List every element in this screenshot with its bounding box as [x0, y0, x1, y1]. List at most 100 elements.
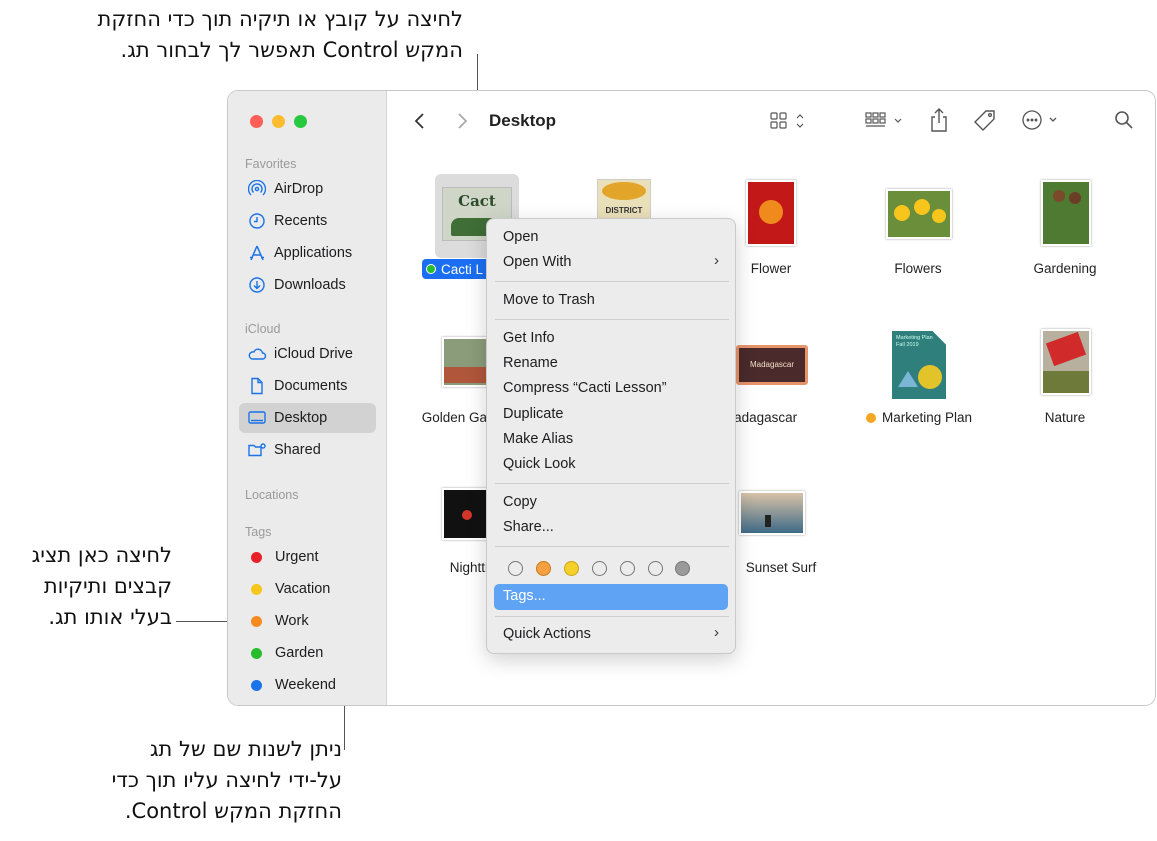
sidebar-item-label: Recents [274, 213, 328, 229]
file-thumbnail: DISTRICT [597, 179, 651, 219]
tag-color-empty-3[interactable] [648, 561, 663, 576]
callout-left-line-1: לחיצה כאן תציג [31, 543, 172, 567]
desktop-icon [247, 408, 267, 428]
tag-color-gray[interactable] [675, 561, 690, 576]
green-tag-dot [426, 264, 436, 274]
tag-color-dot [251, 647, 262, 659]
zoom-button[interactable] [294, 115, 307, 128]
forward-button[interactable] [455, 111, 469, 136]
menu-separator [495, 483, 729, 484]
file-thumbnail [1041, 180, 1091, 246]
sidebar-item-label: Desktop [274, 410, 328, 426]
tag-color-empty-2[interactable] [620, 561, 635, 576]
callout-top-line-1: לחיצה על קובץ או תיקיה תוך כדי החזקת [97, 7, 463, 31]
sidebar-item-label: Weekend [275, 677, 336, 693]
airdrop-icon [247, 179, 267, 199]
download-icon [247, 275, 267, 295]
close-button[interactable] [250, 115, 263, 128]
callout-bottom-line-2: על-ידי לחיצה עליו תוך כדי [111, 768, 342, 792]
shared-folder-icon [247, 440, 267, 460]
orange-tag-dot [865, 412, 876, 423]
window-title: Desktop [489, 111, 557, 130]
callout-top-line-2: המקש Control תאפשר לך לבחור תג. [120, 38, 463, 62]
search-icon[interactable] [1114, 110, 1134, 135]
tags-section-label: Tags [245, 525, 272, 539]
menu-item-compress[interactable]: Compress “Cacti Lesson” [503, 380, 667, 396]
tag-color-yellow[interactable] [564, 561, 579, 576]
icloud-section-label: iCloud [245, 322, 281, 336]
sidebar: Favorites AirDrop Recents Applications D… [228, 91, 387, 705]
thumbnail-text: Cact [458, 192, 496, 210]
thumbnail-text: DISTRICT [605, 206, 643, 215]
file-thumbnail: Madagascar [736, 345, 808, 385]
menu-item-copy[interactable]: Copy [503, 494, 537, 510]
sidebar-tag-urgent[interactable]: Urgent [239, 542, 376, 572]
menu-item-share[interactable]: Share... [503, 519, 554, 535]
callout-left-line-3: בעלי אותו תג. [48, 605, 172, 629]
locations-section-label: Locations [245, 488, 299, 502]
menu-item-rename[interactable]: Rename [503, 355, 558, 371]
tag-color-orange[interactable] [536, 561, 551, 576]
sidebar-item-downloads[interactable]: Downloads [239, 270, 376, 300]
callout-bottom-line-1: ניתן לשנות שם של תג [149, 737, 342, 761]
sidebar-item-desktop[interactable]: Desktop [239, 403, 376, 433]
thumbnail-text: Madagascar [749, 360, 795, 369]
group-by-button[interactable] [864, 111, 908, 136]
thumbnail-text: Marketing Plan Fall 2019 [896, 335, 933, 348]
callout-bottom-line-3: החזקת המקש Control. [124, 799, 342, 823]
menu-separator [495, 616, 729, 617]
tag-color-none[interactable] [508, 561, 523, 576]
menu-separator [495, 319, 729, 320]
file-name: Marketing Plan [881, 410, 973, 425]
menu-item-duplicate[interactable]: Duplicate [503, 406, 563, 422]
sidebar-tag-work[interactable]: Work [239, 606, 376, 636]
callout-top: לחיצה על קובץ או תיקיה תוך כדי החזקת המק… [98, 4, 463, 66]
sidebar-item-label: Shared [274, 442, 321, 458]
document-icon [247, 376, 267, 396]
sidebar-item-applications[interactable]: Applications [239, 238, 376, 268]
chevron-right-icon: › [714, 624, 719, 641]
menu-item-quick-actions[interactable]: Quick Actions [503, 626, 591, 642]
menu-item-get-info[interactable]: Get Info [503, 330, 555, 346]
file-name: Golden Ga [421, 410, 487, 425]
sidebar-item-shared[interactable]: Shared [239, 435, 376, 465]
tag-icon[interactable] [972, 108, 998, 139]
more-actions-icon[interactable] [1021, 109, 1065, 136]
menu-item-open[interactable]: Open [503, 229, 538, 245]
sidebar-item-label: Documents [274, 378, 348, 394]
file-thumbnail [746, 180, 796, 246]
sidebar-item-recents[interactable]: Recents [239, 206, 376, 236]
back-button[interactable] [413, 111, 427, 136]
file-name: Nightti [449, 560, 488, 575]
sidebar-tag-garden[interactable]: Garden [239, 638, 376, 668]
context-menu: Open Open With › Move to Trash Get Info … [486, 218, 736, 654]
file-name: Cacti L [441, 261, 484, 277]
view-icons-button[interactable] [769, 111, 811, 136]
clock-icon [247, 211, 267, 231]
sidebar-item-label: Garden [275, 645, 324, 661]
menu-item-open-with[interactable]: Open With [503, 254, 572, 270]
file-label-selected: Cacti L [422, 259, 496, 279]
tag-color-empty-1[interactable] [592, 561, 607, 576]
sidebar-item-documents[interactable]: Documents [239, 371, 376, 401]
sidebar-item-icloud-drive[interactable]: iCloud Drive [239, 339, 376, 369]
file-thumbnail [886, 189, 952, 239]
sidebar-item-label: Applications [274, 245, 353, 261]
sidebar-tag-vacation[interactable]: Vacation [239, 574, 376, 604]
applications-icon [247, 243, 267, 263]
favorites-section-label: Favorites [245, 157, 297, 171]
menu-item-quick-look[interactable]: Quick Look [503, 456, 576, 472]
minimize-button[interactable] [272, 115, 285, 128]
tag-color-dot [251, 551, 262, 563]
sidebar-item-airdrop[interactable]: AirDrop [239, 174, 376, 204]
chevron-right-icon: › [714, 252, 719, 269]
sidebar-item-label: Urgent [275, 549, 319, 565]
callout-left: לחיצה כאן תציג קבצים ותיקיות בעלי אותו ת… [32, 540, 172, 633]
menu-item-make-alias[interactable]: Make Alias [503, 431, 573, 447]
sidebar-tag-weekend[interactable]: Weekend [239, 670, 376, 700]
share-icon[interactable] [929, 107, 949, 138]
menu-item-tags[interactable]: Tags... [503, 588, 546, 604]
sidebar-item-label: Downloads [274, 277, 346, 293]
file-name: Nature [1044, 410, 1086, 425]
menu-item-move-to-trash[interactable]: Move to Trash [503, 292, 595, 308]
